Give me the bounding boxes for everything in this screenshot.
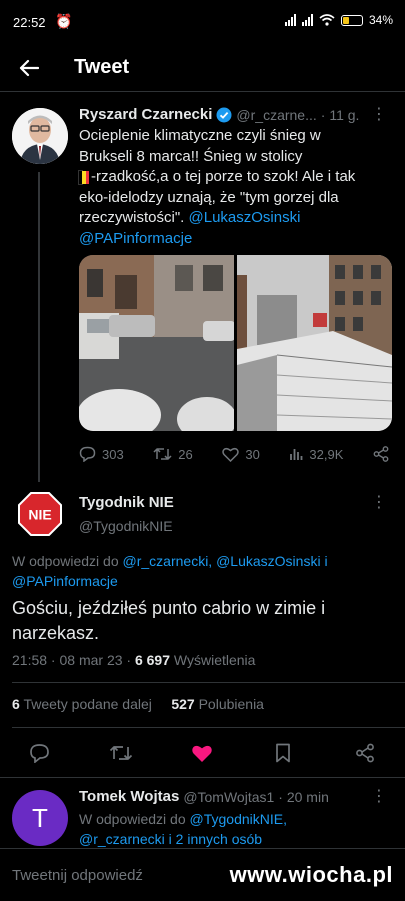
tweet-timestamp: 21:58 · 08 mar 23 · 6 697 Wyświetlenia: [12, 652, 256, 668]
tweet-header: Tomek Wojtas @TomWojtas1 · 20 min: [79, 788, 329, 805]
top-header: Tweet: [0, 46, 405, 91]
main-tweet: NIE Tygodnik NIE @TygodnikNIE ⋮ W odpowi…: [0, 480, 405, 730]
tweet-time[interactable]: · 20 min: [278, 789, 329, 805]
share-icon: [356, 743, 374, 763]
tweet-media[interactable]: [79, 255, 392, 431]
status-time: 22:52: [13, 15, 46, 30]
bookmark-button[interactable]: [275, 743, 291, 768]
wifi-icon: [319, 14, 335, 26]
reply-icon: [79, 446, 96, 462]
bookmark-icon: [276, 743, 290, 763]
nie-logo-avatar[interactable]: NIE: [18, 492, 62, 536]
divider: [12, 727, 405, 728]
tweet-time[interactable]: · 11 g.: [321, 107, 360, 123]
avatar[interactable]: T: [12, 790, 68, 846]
engagement-row: 303 26 30 32,9K: [79, 444, 389, 464]
divider: [12, 682, 405, 683]
mention-link[interactable]: @r_czarnecki i 2 innych osób: [79, 831, 262, 847]
author-handle[interactable]: @TomWojtas1: [183, 789, 274, 805]
author-handle[interactable]: @TygodnikNIE: [79, 518, 173, 534]
verified-badge-icon: [216, 107, 232, 122]
signal-icon-2: [301, 14, 313, 26]
more-options-icon[interactable]: ⋮: [371, 492, 387, 512]
share-button[interactable]: [355, 743, 375, 768]
thread-line: [38, 172, 40, 482]
reply-composer[interactable]: Tweetnij odpowiedź www.wiocha.pl: [0, 848, 405, 901]
reply-tweet[interactable]: T Tomek Wojtas @TomWojtas1 · 20 min ⋮ W …: [0, 778, 405, 850]
mention-link[interactable]: @PAPinformacje: [79, 230, 192, 247]
author-handle[interactable]: @r_czarne...: [236, 107, 316, 123]
arrow-left-icon: [19, 59, 39, 77]
tweet-header: Ryszard Czarnecki @r_czarne... · 11 g.: [79, 106, 359, 123]
reply-button[interactable]: [29, 743, 50, 768]
mention-link[interactable]: @LukaszOsinski: [189, 209, 301, 226]
retweet-icon: [153, 448, 172, 460]
page-title: Tweet: [74, 56, 130, 78]
retweet-button[interactable]: [109, 743, 133, 768]
avatar[interactable]: [12, 108, 68, 164]
belgium-flag-icon: [77, 169, 89, 185]
retweets-stat[interactable]: 6 Tweety podane dalej: [12, 696, 152, 712]
heart-filled-icon: [192, 745, 212, 762]
back-button[interactable]: [12, 51, 46, 85]
reply-icon: [30, 744, 49, 764]
watermark: www.wiocha.pl: [229, 862, 393, 887]
like-button[interactable]: 30: [222, 444, 260, 464]
reply-button[interactable]: 303: [79, 444, 124, 464]
reply-context: W odpowiedzi do @TygodnikNIE, @r_czarnec…: [79, 811, 287, 847]
status-icons: 34%: [284, 13, 393, 27]
more-options-icon[interactable]: ⋮: [371, 104, 387, 124]
heart-outline-icon: [222, 447, 240, 462]
tweet-text: Gościu, jeździłeś punto cabrio w zimie i…: [12, 598, 326, 643]
alarm-icon: ⏰: [55, 13, 73, 29]
views-button[interactable]: 32,9K: [289, 444, 343, 464]
mention-link[interactable]: @PAPinformacje: [12, 573, 118, 589]
tweet-text: Ocieplenie klimatyczne czyli śnieg w Bru…: [77, 127, 356, 247]
mention-link[interactable]: @LukaszOsinski i: [216, 553, 327, 569]
logo-text: NIE: [28, 507, 51, 523]
reply-context: W odpowiedzi do @r_czarnecki, @LukaszOsi…: [12, 553, 328, 589]
stop-sign-icon: NIE: [18, 492, 62, 536]
author-name[interactable]: Ryszard Czarnecki: [79, 106, 212, 123]
stats-row: 6 Tweety podane dalej 527 Polubienia: [12, 696, 264, 712]
more-options-icon[interactable]: ⋮: [371, 786, 387, 806]
signal-icon: [284, 14, 296, 26]
avatar-letter: T: [32, 802, 48, 833]
reply-input[interactable]: Tweetnij odpowiedź: [12, 867, 143, 884]
portrait-image: [12, 108, 68, 164]
media-photo-street[interactable]: [79, 255, 234, 431]
author-name[interactable]: Tygodnik NIE: [79, 494, 174, 511]
status-bar: 22:52 ⏰ 34%: [0, 0, 405, 46]
like-button[interactable]: [191, 744, 213, 768]
share-button[interactable]: [373, 444, 389, 464]
battery-level: 34%: [368, 13, 393, 27]
battery-icon: [340, 14, 363, 26]
author-name[interactable]: Tomek Wojtas: [79, 788, 179, 805]
mention-link[interactable]: @r_czarnecki,: [123, 553, 213, 569]
action-row: [0, 735, 405, 773]
bar-chart-icon: [290, 449, 303, 460]
share-icon: [373, 446, 389, 462]
likes-stat[interactable]: 527 Polubienia: [171, 696, 264, 712]
retweet-button[interactable]: 26: [153, 444, 193, 464]
mention-link[interactable]: @TygodnikNIE,: [190, 811, 287, 827]
media-photo-roof[interactable]: [237, 255, 392, 431]
retweet-icon: [109, 746, 133, 760]
